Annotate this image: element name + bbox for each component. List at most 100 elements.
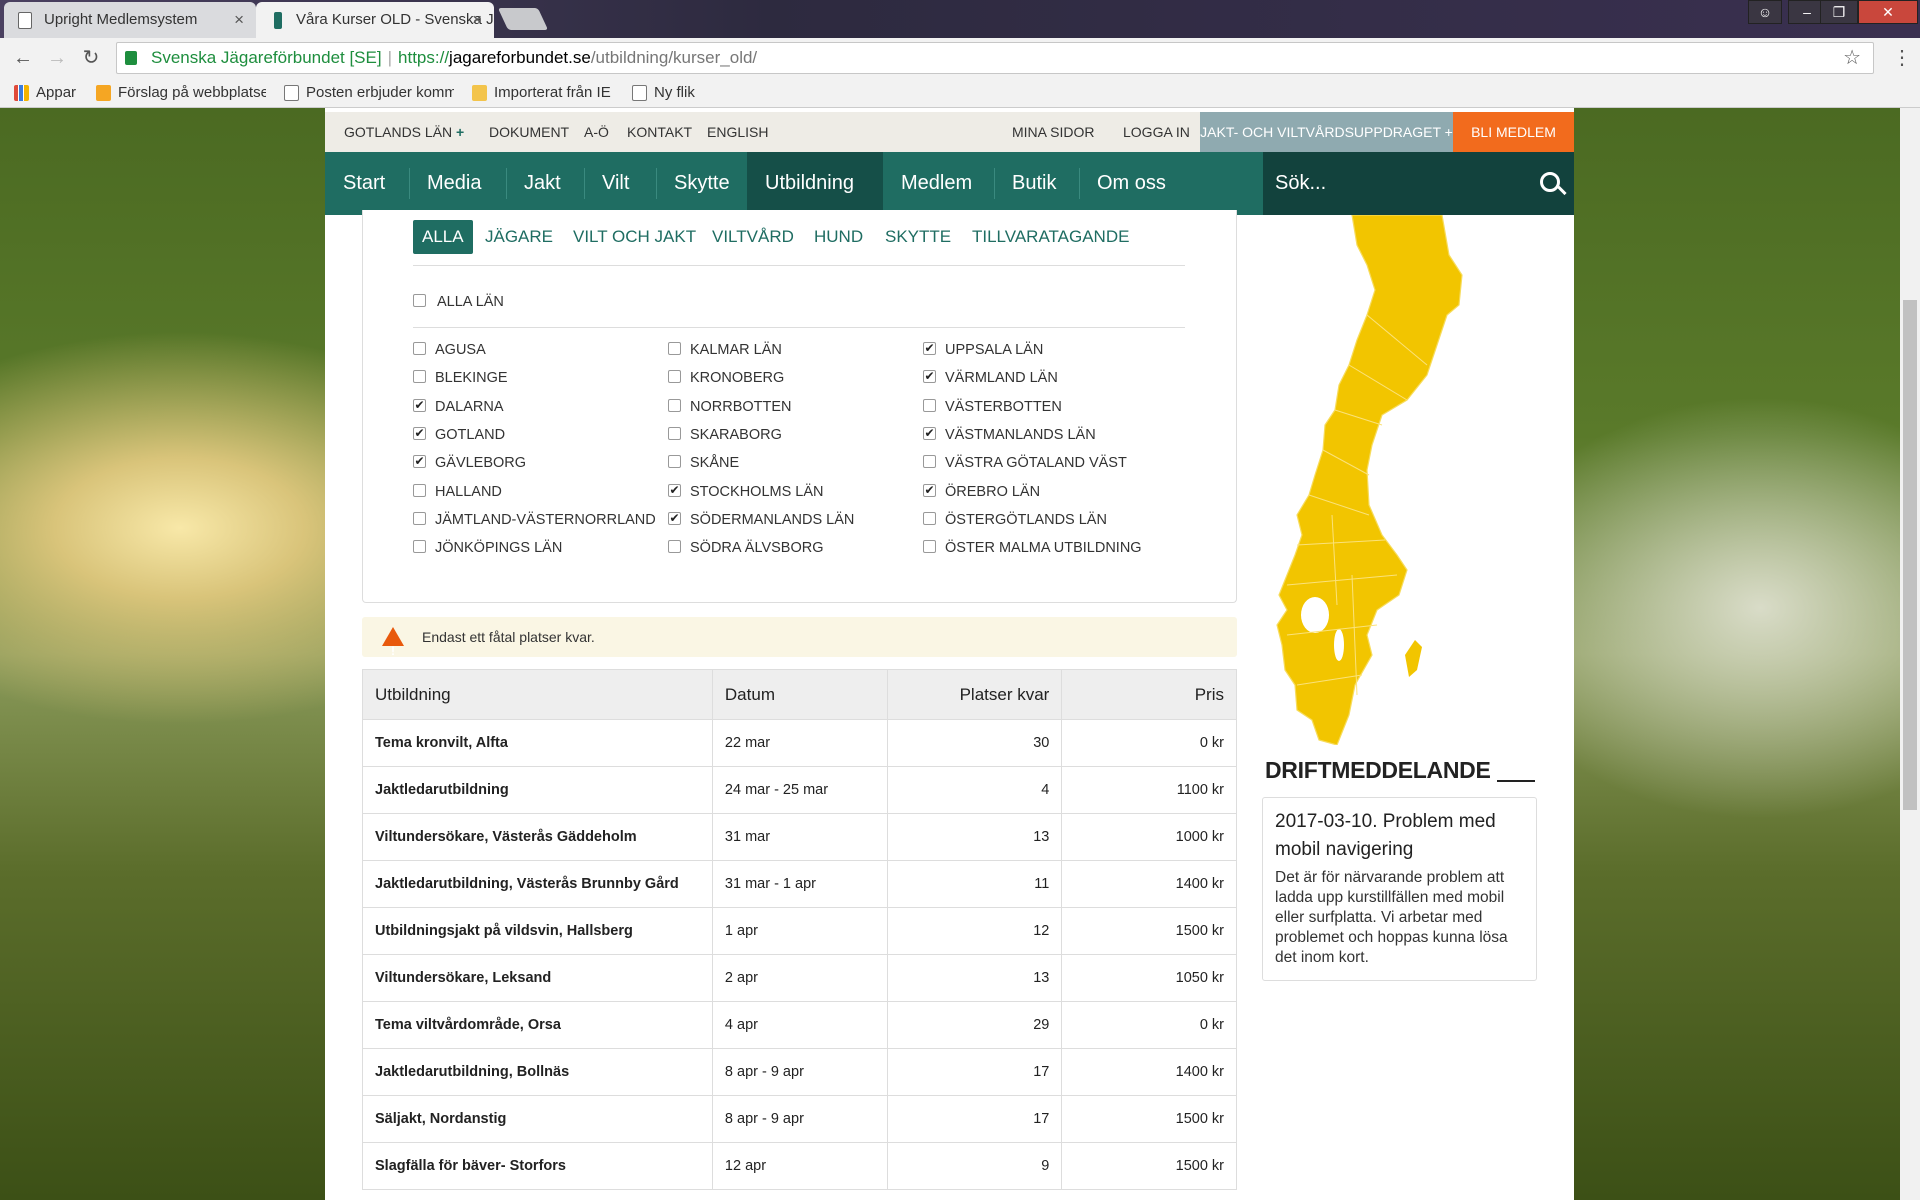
category-tab-hund[interactable]: HUND [805,220,872,254]
nav-skytte[interactable]: Skytte [656,152,748,215]
region-checkbox[interactable]: ✔ SÖDERMANLANDS LÄN [668,510,854,530]
back-arrow-icon[interactable]: ← [10,46,36,70]
region-checkbox[interactable]: BLEKINGE [413,368,508,388]
nav-jakt[interactable]: Jakt [506,152,579,215]
checkbox-unchecked[interactable] [923,398,936,412]
link-dokument[interactable]: DOKUMENT [489,112,569,152]
category-tab-jagare[interactable]: JÄGARE [476,220,562,254]
nav-butik[interactable]: Butik [994,152,1074,215]
course-name-cell[interactable]: Tema viltvårdområde, Orsa [362,1001,713,1049]
checkbox-checked[interactable]: ✔ [413,426,426,440]
checkbox-alla-lan[interactable]: ALLA LÄN [413,292,504,312]
checkbox-unchecked[interactable] [668,342,681,355]
category-tab-skytte[interactable]: SKYTTE [876,220,960,254]
checkbox-unchecked[interactable] [668,455,681,469]
nav-vilt[interactable]: Vilt [584,152,647,215]
checkbox-checked[interactable]: ✔ [923,426,936,440]
course-name-cell[interactable]: Tema kronvilt, Alfta [362,719,713,767]
search-icon[interactable] [1540,172,1560,192]
checkbox-checked[interactable]: ✔ [923,370,936,384]
header-utbildning[interactable]: Utbildning [362,669,713,720]
nav-medlem[interactable]: Medlem [883,152,990,215]
table-row[interactable]: Jaktledarutbildning, Västerås Brunnby Gå… [362,860,1237,908]
region-checkbox[interactable]: AGUSA [413,340,486,360]
checkbox-checked[interactable]: ✔ [668,483,681,497]
region-checkbox[interactable]: JÖNKÖPINGS LÄN [413,538,562,558]
checkbox-unchecked[interactable] [923,455,936,469]
link-english[interactable]: ENGLISH [707,112,768,152]
checkbox-unchecked[interactable] [668,370,681,384]
checkbox-unchecked[interactable] [923,540,936,554]
region-checkbox[interactable]: SKÅNE [668,453,739,473]
link-logga-in[interactable]: LOGGA IN [1123,112,1190,152]
become-member-button[interactable]: BLI MEDLEM [1453,112,1574,152]
checkbox-unchecked[interactable] [923,511,936,525]
window-close-button[interactable]: ✕ [1858,0,1918,24]
region-checkbox[interactable]: KALMAR LÄN [668,340,782,360]
browser-tab-upright[interactable]: Upright Medlemsystem × [4,2,256,38]
browser-tab-kurser[interactable]: Våra Kurser OLD - Svenska Jägareförbunde… [256,2,494,38]
course-name-cell[interactable]: Säljakt, Nordanstig [362,1095,713,1143]
nav-media[interactable]: Media [409,152,499,215]
header-platser-kvar[interactable]: Platser kvar [886,669,1063,720]
close-icon[interactable]: × [472,2,482,38]
region-checkbox[interactable]: ✔ STOCKHOLMS LÄN [668,482,824,502]
checkbox-unchecked[interactable] [413,540,426,554]
bookmark-apps[interactable]: Appar [14,83,76,103]
bookmark-suggested-sites[interactable]: Förslag på webbplatser [96,83,266,103]
category-tab-tillvaratagande[interactable]: TILLVARATAGANDE [963,220,1138,254]
course-name-cell[interactable]: Jaktledarutbildning, Bollnäs [362,1048,713,1096]
gotland-shape[interactable] [1405,640,1422,677]
maximize-button[interactable]: ❐ [1820,0,1858,24]
mission-button[interactable]: JAKT- OCH VILTVÅRDSUPPDRAGET + [1200,112,1453,152]
course-name-cell[interactable]: Jaktledarutbildning [362,766,713,814]
nav-utbildning[interactable]: Utbildning [747,152,883,215]
region-checkbox[interactable]: ÖSTERGÖTLANDS LÄN [923,510,1107,530]
nav-om-oss[interactable]: Om oss [1079,152,1184,215]
notice-title[interactable]: 2017-03-10. Problem med mobil navigering [1275,808,1524,864]
checkbox-box[interactable] [413,294,426,307]
forward-arrow-icon[interactable]: → [44,46,70,70]
category-tab-alla[interactable]: ALLA [413,220,473,254]
sweden-region-map[interactable] [1257,214,1502,746]
region-checkbox[interactable]: ✔ GOTLAND [413,425,505,445]
checkbox-unchecked[interactable] [413,342,426,355]
site-search-input[interactable]: Sök... [1263,152,1574,215]
link-mina-sidor[interactable]: MINA SIDOR [1012,112,1094,152]
checkbox-checked[interactable]: ✔ [923,483,936,497]
table-row[interactable]: Tema viltvårdområde, Orsa 4 apr 29 0 kr [362,1001,1237,1049]
region-checkbox[interactable]: ✔ UPPSALA LÄN [923,340,1043,360]
checkbox-checked[interactable]: ✔ [668,511,681,525]
table-row[interactable]: Slagfälla för bäver- Storfors 12 apr 9 1500… [362,1142,1237,1190]
region-checkbox[interactable]: SÖDRA ÄLVSBORG [668,538,824,558]
checkbox-unchecked[interactable] [668,426,681,440]
region-selector[interactable]: GOTLANDS LÄN + [344,112,464,152]
bookmark-posten[interactable]: Posten erbjuder komm [284,83,454,103]
menu-dots-icon[interactable]: ⋮ [1890,46,1914,70]
notice-card[interactable]: 2017-03-10. Problem med mobil navigering… [1262,797,1537,981]
course-name-cell[interactable]: Slagfälla för bäver- Storfors [362,1142,713,1190]
header-datum[interactable]: Datum [711,669,888,720]
checkbox-checked[interactable]: ✔ [923,342,936,355]
user-profile-button[interactable]: ☺ [1748,0,1782,24]
bookmark-new-tab[interactable]: Ny flik [632,83,695,103]
checkbox-unchecked[interactable] [413,511,426,525]
table-row[interactable]: Viltundersökare, Västerås Gäddeholm 31 ma… [362,813,1237,861]
table-row[interactable]: Säljakt, Nordanstig 8 apr - 9 apr 17 1500 k… [362,1095,1237,1143]
checkbox-checked[interactable]: ✔ [413,455,426,469]
region-checkbox[interactable]: ✔ GÄVLEBORG [413,453,526,473]
checkbox-unchecked[interactable] [668,540,681,554]
address-bar[interactable]: Svenska Jägareförbundet [SE] | https://jag… [116,42,1874,74]
nav-start[interactable]: Start [325,152,403,215]
course-name-cell[interactable]: Utbildningsjakt på vildsvin, Hallsberg [362,907,713,955]
table-row[interactable]: Jaktledarutbildning 24 mar - 25 mar 4 1100 … [362,766,1237,814]
checkbox-unchecked[interactable] [413,483,426,497]
category-tab-vilt-och-jakt[interactable]: VILT OCH JAKT [564,220,705,254]
header-pris[interactable]: Pris [1061,669,1237,720]
table-row[interactable]: Utbildningsjakt på vildsvin, Hallsberg 1 … [362,907,1237,955]
course-name-cell[interactable]: Viltundersökare, Västerås Gäddeholm [362,813,713,861]
region-checkbox[interactable]: ✔ DALARNA [413,397,504,417]
checkbox-unchecked[interactable] [668,398,681,412]
region-checkbox[interactable]: ÖSTER MALMA UTBILDNING [923,538,1142,558]
region-checkbox[interactable]: VÄSTRA GÖTALAND VÄST [923,453,1127,473]
